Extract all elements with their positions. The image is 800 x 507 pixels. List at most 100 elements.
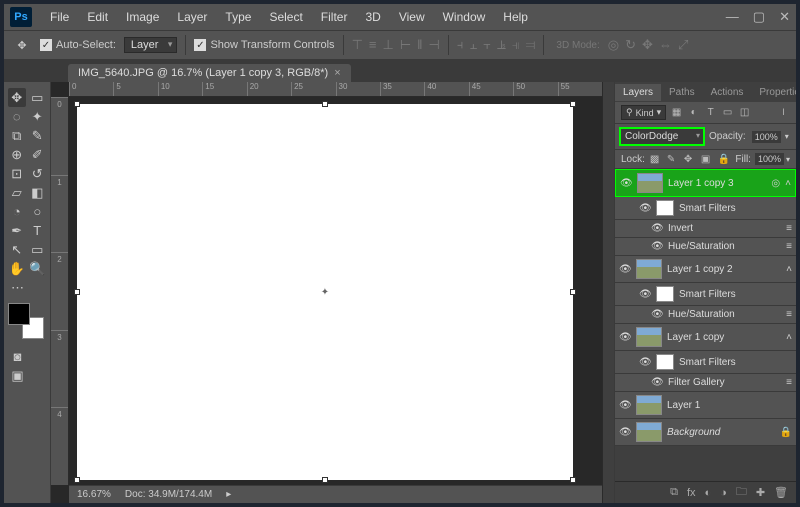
- color-swatches[interactable]: [8, 303, 46, 341]
- show-transform-checkbox[interactable]: ✓Show Transform Controls: [194, 39, 334, 52]
- tab-properties[interactable]: Properties: [751, 84, 796, 101]
- filter-pixel-icon[interactable]: ▦: [670, 106, 683, 119]
- dist-1-icon[interactable]: ⫞: [457, 37, 464, 53]
- expand-icon[interactable]: ˄: [786, 264, 792, 275]
- dist-3-icon[interactable]: ⫟: [483, 37, 491, 53]
- menu-layer[interactable]: Layer: [169, 7, 215, 27]
- layer-row[interactable]: 👁 Filter Gallery ≡: [615, 374, 796, 392]
- quickmask-tool[interactable]: ◙: [8, 347, 27, 366]
- visibility-icon[interactable]: 👁: [651, 241, 663, 252]
- menu-type[interactable]: Type: [217, 7, 259, 27]
- lock-all-icon[interactable]: 🔒: [718, 154, 730, 165]
- filter-settings-icon[interactable]: ≡: [786, 377, 792, 388]
- fill-value[interactable]: 100%: [755, 153, 784, 165]
- layer-thumb[interactable]: [636, 259, 662, 279]
- dodge-tool[interactable]: ○: [29, 202, 47, 221]
- document-canvas[interactable]: ✦: [77, 104, 573, 480]
- visibility-icon[interactable]: 👁: [639, 203, 651, 214]
- visibility-icon[interactable]: 👁: [619, 427, 631, 438]
- lock-position-icon[interactable]: ✥: [684, 154, 696, 165]
- ruler-vertical[interactable]: 01234: [51, 97, 69, 485]
- menu-filter[interactable]: Filter: [313, 7, 356, 27]
- visibility-icon[interactable]: 👁: [639, 289, 651, 300]
- 3d-slide-icon[interactable]: ⇔: [659, 37, 672, 53]
- gradient-tool[interactable]: ◧: [29, 183, 47, 202]
- layer-row[interactable]: 👁 Layer 1 copy ˄: [615, 324, 796, 351]
- wand-tool[interactable]: ✦: [29, 107, 47, 126]
- layer-name[interactable]: Smart Filters: [679, 203, 792, 214]
- blur-tool[interactable]: ◔: [8, 202, 26, 221]
- menu-edit[interactable]: Edit: [79, 7, 116, 27]
- layer-row[interactable]: 👁 Layer 1: [615, 392, 796, 419]
- align-top-icon[interactable]: ⊤: [352, 37, 363, 53]
- foreground-color[interactable]: [8, 303, 30, 325]
- crop-tool[interactable]: ⧉: [8, 126, 26, 145]
- shape-tool[interactable]: ▭: [29, 240, 47, 259]
- menu-window[interactable]: Window: [435, 7, 494, 27]
- auto-select-target-select[interactable]: Layer: [124, 37, 178, 53]
- move-tool-icon[interactable]: ✥: [12, 36, 32, 54]
- transform-handle[interactable]: [570, 101, 576, 107]
- filter-settings-icon[interactable]: ≡: [786, 241, 792, 252]
- ruler-horizontal[interactable]: 0510152025303540455055: [69, 82, 602, 97]
- layer-row[interactable]: 👁 Smart Filters: [615, 351, 796, 374]
- layer-name[interactable]: Smart Filters: [679, 357, 792, 368]
- align-left-icon[interactable]: ⊢: [400, 37, 411, 53]
- close-icon[interactable]: ✕: [779, 9, 790, 25]
- heal-tool[interactable]: ⊕: [8, 145, 26, 164]
- menu-help[interactable]: Help: [495, 7, 536, 27]
- layer-row[interactable]: 👁 Smart Filters: [615, 197, 796, 220]
- dist-4-icon[interactable]: ⫡: [497, 37, 506, 53]
- 3d-scale-icon[interactable]: ⤢: [678, 37, 688, 53]
- align-right-icon[interactable]: ⊣: [429, 37, 440, 53]
- layer-name[interactable]: Hue/Saturation: [668, 309, 781, 320]
- blend-mode-select[interactable]: ColorDodge: [619, 127, 705, 146]
- menu-select[interactable]: Select: [261, 7, 310, 27]
- menu-file[interactable]: File: [42, 7, 77, 27]
- delete-icon[interactable]: 🗑: [774, 486, 788, 499]
- layer-name[interactable]: Invert: [668, 223, 781, 234]
- tab-actions[interactable]: Actions: [703, 84, 752, 101]
- lock-transparent-icon[interactable]: ▩: [650, 154, 662, 165]
- menu-image[interactable]: Image: [118, 7, 167, 27]
- menu-view[interactable]: View: [391, 7, 433, 27]
- opacity-arrow-icon[interactable]: ▾: [785, 132, 789, 141]
- hand-tool[interactable]: ✋: [8, 259, 26, 278]
- transform-center-icon[interactable]: ✦: [320, 287, 330, 297]
- layer-row[interactable]: 👁 Invert ≡: [615, 220, 796, 238]
- layer-thumb[interactable]: [636, 327, 662, 347]
- path-tool[interactable]: ↖: [8, 240, 26, 259]
- filter-toggle-icon[interactable]: ⏽: [777, 106, 790, 119]
- pen-tool[interactable]: ✒: [8, 221, 26, 240]
- transform-handle[interactable]: [322, 101, 328, 107]
- lock-pixels-icon[interactable]: ✎: [667, 154, 679, 165]
- auto-select-checkbox[interactable]: ✓Auto-Select:: [40, 39, 116, 52]
- filter-settings-icon[interactable]: ≡: [786, 223, 792, 234]
- layer-name[interactable]: Layer 1 copy: [667, 332, 781, 343]
- transform-handle[interactable]: [570, 477, 576, 483]
- transform-handle[interactable]: [570, 289, 576, 295]
- align-bottom-icon[interactable]: ⊥: [382, 37, 393, 53]
- canvas-area[interactable]: 0510152025303540455055 01234 ✦ 16.67% Do…: [51, 82, 602, 503]
- transform-handle[interactable]: [74, 101, 80, 107]
- maximize-icon[interactable]: ▢: [753, 9, 765, 25]
- layer-thumb[interactable]: [636, 422, 662, 442]
- visibility-icon[interactable]: 👁: [651, 309, 663, 320]
- layer-name[interactable]: Filter Gallery: [668, 377, 781, 388]
- eyedropper-tool[interactable]: ✎: [29, 126, 47, 145]
- mask-icon[interactable]: ◐: [705, 487, 712, 499]
- minimize-icon[interactable]: —: [726, 9, 739, 25]
- filter-smart-icon[interactable]: ◫: [738, 106, 751, 119]
- 3d-roll-icon[interactable]: ↻: [625, 37, 636, 53]
- tab-close-icon[interactable]: ×: [334, 67, 340, 79]
- panel-collapse-strip[interactable]: [602, 82, 614, 503]
- layer-row[interactable]: 👁 Background 🔒: [615, 419, 796, 446]
- layer-name[interactable]: Layer 1 copy 2: [667, 264, 781, 275]
- dist-5-icon[interactable]: ⫣: [512, 37, 520, 53]
- layer-row[interactable]: 👁 Hue/Saturation ≡: [615, 238, 796, 256]
- align-hcenter-icon[interactable]: ‖: [417, 37, 422, 53]
- 3d-pan-icon[interactable]: ✥: [642, 37, 653, 53]
- zoom-level[interactable]: 16.67%: [77, 489, 111, 500]
- filter-type-icon[interactable]: T: [704, 106, 717, 119]
- layer-row[interactable]: 👁 Layer 1 copy 2 ˄: [615, 256, 796, 283]
